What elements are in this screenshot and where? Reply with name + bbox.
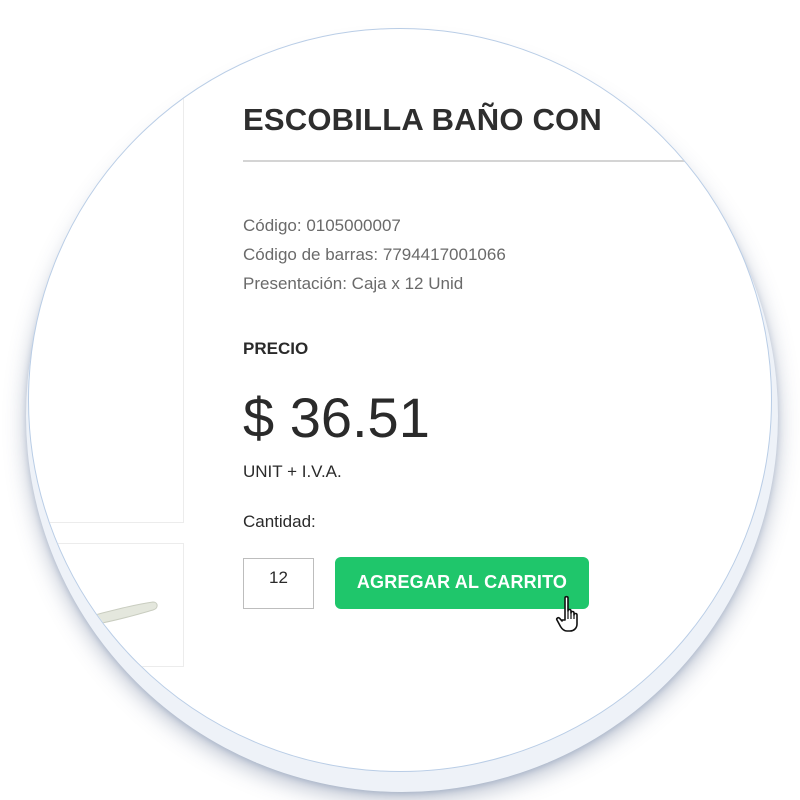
quantity-input[interactable] — [243, 558, 314, 609]
product-barcode: Código de barras: 7794417001066 — [243, 245, 506, 264]
product-detail-page: ESCOBILLA BAÑO CON Código: 0105000007 Có… — [29, 29, 771, 771]
quantity-label: Cantidad: — [243, 512, 316, 531]
hand-pointer-cursor-icon — [555, 595, 578, 632]
title-divider — [243, 160, 763, 162]
product-image-thumbnail[interactable] — [29, 543, 184, 667]
product-presentation: Presentación: Caja x 12 Unid — [243, 274, 464, 293]
product-image-main[interactable] — [29, 61, 184, 523]
magnifier-lens: ESCOBILLA BAÑO CON Código: 0105000007 Có… — [28, 28, 772, 772]
price-value: $ 36.51 — [243, 386, 430, 449]
product-title: ESCOBILLA BAÑO CON — [243, 102, 602, 137]
price-unit-note: UNIT + I.V.A. — [243, 462, 342, 481]
product-code: Código: 0105000007 — [243, 216, 401, 235]
add-to-cart-button[interactable]: AGREGAR AL CARRITO — [335, 557, 589, 609]
magnified-view: ESCOBILLA BAÑO CON Código: 0105000007 Có… — [0, 0, 800, 800]
brush-handle-image — [80, 601, 158, 627]
price-label: PRECIO — [243, 339, 309, 358]
